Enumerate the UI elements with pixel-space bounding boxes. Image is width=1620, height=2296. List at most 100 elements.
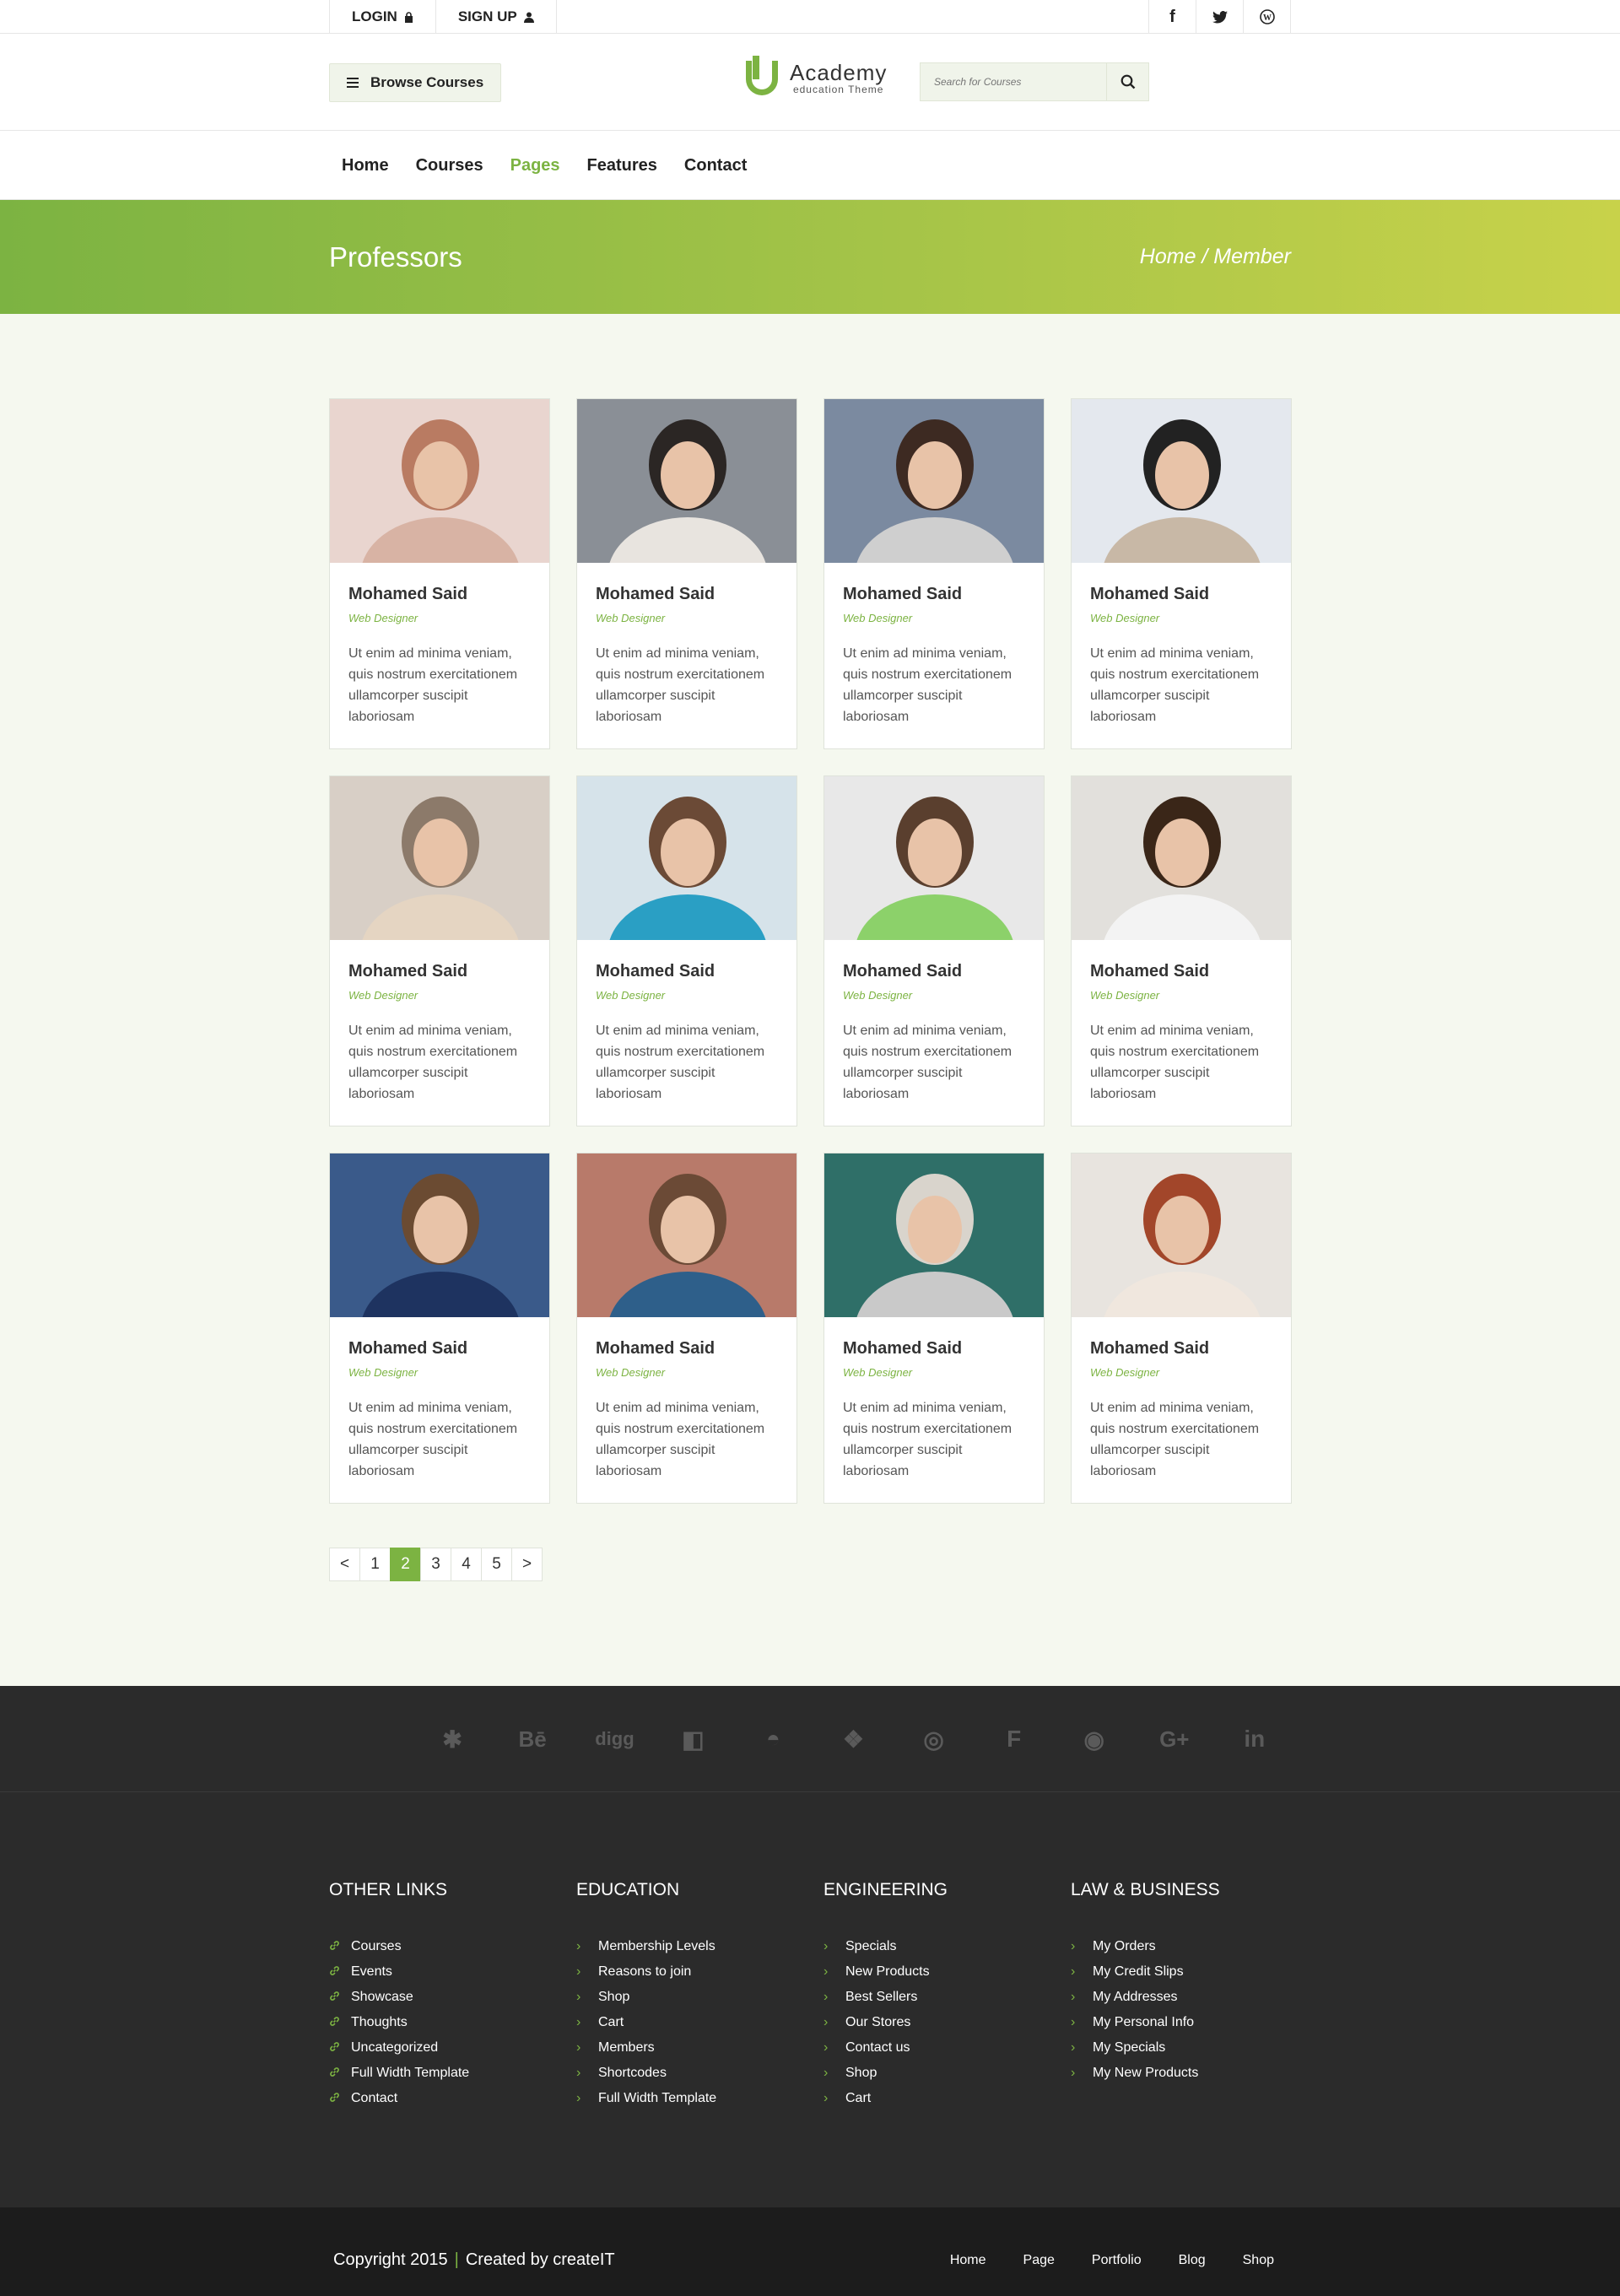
footer-link[interactable]: › My Addresses	[1071, 1985, 1292, 2010]
nav-home[interactable]: Home	[342, 156, 389, 176]
footer-link[interactable]: › Best Sellers	[824, 1985, 1045, 2010]
professor-name[interactable]: Mohamed Said	[348, 585, 531, 604]
professor-name[interactable]: Mohamed Said	[348, 1339, 531, 1359]
footer-link[interactable]: › Full Width Template	[576, 2086, 797, 2111]
professor-name[interactable]: Mohamed Said	[843, 1339, 1025, 1359]
footer-link[interactable]: › My Specials	[1071, 2035, 1292, 2061]
footer-link[interactable]: › Reasons to join	[576, 1959, 797, 1985]
professor-card[interactable]: Mohamed Said Web Designer Ut enim ad minim…	[824, 775, 1045, 1126]
professor-photo[interactable]	[577, 399, 796, 563]
professor-photo[interactable]	[330, 399, 549, 563]
footer-link[interactable]: › Membership Levels	[576, 1934, 797, 1959]
professor-card[interactable]: Mohamed Said Web Designer Ut enim ad minim…	[576, 398, 797, 749]
pagination-page-5[interactable]: 5	[481, 1548, 512, 1581]
footer-link[interactable]: Events	[329, 1959, 550, 1985]
professor-card[interactable]: Mohamed Said Web Designer Ut enim ad minim…	[1071, 775, 1292, 1126]
facebook-icon[interactable]: f	[1148, 0, 1196, 34]
nav-courses[interactable]: Courses	[416, 156, 483, 176]
professor-photo[interactable]	[824, 1153, 1044, 1317]
yelp-icon[interactable]: ✱	[435, 1726, 470, 1753]
digg-icon[interactable]: digg	[595, 1728, 634, 1750]
footer-link[interactable]: Uncategorized	[329, 2035, 550, 2061]
browse-courses-button[interactable]: Browse Courses	[329, 62, 502, 102]
pagination-page-2[interactable]: 2	[390, 1548, 421, 1581]
footer-link[interactable]: › Specials	[824, 1934, 1045, 1959]
footer-link[interactable]: › Shop	[824, 2061, 1045, 2086]
footer-link[interactable]: › My New Products	[1071, 2061, 1292, 2086]
professor-photo[interactable]	[577, 776, 796, 940]
professor-card[interactable]: Mohamed Said Web Designer Ut enim ad minim…	[576, 1153, 797, 1504]
professor-photo[interactable]	[1072, 1153, 1291, 1317]
professor-name[interactable]: Mohamed Said	[596, 585, 778, 604]
pagination-prev[interactable]: <	[329, 1548, 360, 1581]
professor-card[interactable]: Mohamed Said Web Designer Ut enim ad minim…	[1071, 1153, 1292, 1504]
dropbox-icon[interactable]: ❖	[835, 1726, 871, 1753]
bottom-nav-portfolio[interactable]: Portfolio	[1092, 2253, 1142, 2268]
professor-card[interactable]: Mohamed Said Web Designer Ut enim ad minim…	[1071, 398, 1292, 749]
github-icon[interactable]: ◉	[1077, 1726, 1112, 1753]
footer-link[interactable]: Courses	[329, 1934, 550, 1959]
footer-link[interactable]: › My Personal Info	[1071, 2010, 1292, 2035]
footer-link[interactable]: › Shortcodes	[576, 2061, 797, 2086]
google-plus-icon[interactable]: G+	[1157, 1726, 1192, 1753]
professor-card[interactable]: Mohamed Said Web Designer Ut enim ad minim…	[576, 775, 797, 1126]
foursquare-icon[interactable]: F	[996, 1726, 1032, 1753]
professor-photo[interactable]	[824, 399, 1044, 563]
wordpress-icon[interactable]: W	[1243, 0, 1290, 34]
pagination-next[interactable]: >	[511, 1548, 543, 1581]
professor-name[interactable]: Mohamed Said	[1090, 585, 1272, 604]
twitter-icon[interactable]	[1196, 0, 1243, 34]
footer-link[interactable]: › My Orders	[1071, 1934, 1292, 1959]
professor-photo[interactable]	[577, 1153, 796, 1317]
bottom-nav-page[interactable]: Page	[1023, 2253, 1055, 2268]
professor-name[interactable]: Mohamed Said	[843, 585, 1025, 604]
bottom-nav-shop[interactable]: Shop	[1243, 2253, 1274, 2268]
footer-link[interactable]: › Members	[576, 2035, 797, 2061]
professor-name[interactable]: Mohamed Said	[596, 962, 778, 981]
delicious-icon[interactable]: ◧	[675, 1726, 710, 1753]
drupal-icon[interactable]: ◓	[755, 1726, 791, 1753]
footer-link[interactable]: Contact	[329, 2086, 550, 2111]
professor-photo[interactable]	[824, 776, 1044, 940]
footer-link[interactable]: › Cart	[576, 2010, 797, 2035]
professor-card[interactable]: Mohamed Said Web Designer Ut enim ad minim…	[824, 398, 1045, 749]
professor-photo[interactable]	[1072, 399, 1291, 563]
signup-link[interactable]: SIGN UP	[436, 0, 557, 34]
professor-card[interactable]: Mohamed Said Web Designer Ut enim ad minim…	[329, 1153, 550, 1504]
professor-card[interactable]: Mohamed Said Web Designer Ut enim ad minim…	[329, 775, 550, 1126]
nav-features[interactable]: Features	[587, 156, 657, 176]
professor-photo[interactable]	[330, 776, 549, 940]
footer-link[interactable]: › Shop	[576, 1985, 797, 2010]
search-button[interactable]	[1106, 63, 1148, 100]
linkedin-icon[interactable]: in	[1237, 1726, 1272, 1753]
footer-link[interactable]: › My Credit Slips	[1071, 1959, 1292, 1985]
footer-link[interactable]: › Cart	[824, 2086, 1045, 2111]
footer-link[interactable]: Thoughts	[329, 2010, 550, 2035]
professor-name[interactable]: Mohamed Said	[1090, 1339, 1272, 1359]
footer-link[interactable]: Full Width Template	[329, 2061, 550, 2086]
professor-name[interactable]: Mohamed Said	[596, 1339, 778, 1359]
professor-photo[interactable]	[1072, 776, 1291, 940]
footer-link[interactable]: › Our Stores	[824, 2010, 1045, 2035]
pagination-page-3[interactable]: 3	[420, 1548, 451, 1581]
pagination-page-1[interactable]: 1	[359, 1548, 391, 1581]
professor-card[interactable]: Mohamed Said Web Designer Ut enim ad minim…	[824, 1153, 1045, 1504]
footer-link[interactable]: Showcase	[329, 1985, 550, 2010]
nav-contact[interactable]: Contact	[684, 156, 747, 176]
behance-icon[interactable]: Bē	[515, 1726, 550, 1753]
nav-pages[interactable]: Pages	[510, 156, 560, 176]
professor-photo[interactable]	[330, 1153, 549, 1317]
footer-link[interactable]: › New Products	[824, 1959, 1045, 1985]
breadcrumb[interactable]: Home / Member	[1140, 245, 1291, 269]
dribbble-icon[interactable]: ◎	[916, 1726, 952, 1753]
professor-card[interactable]: Mohamed Said Web Designer Ut enim ad minim…	[329, 398, 550, 749]
footer-link[interactable]: › Contact us	[824, 2035, 1045, 2061]
professor-name[interactable]: Mohamed Said	[1090, 962, 1272, 981]
login-link[interactable]: LOGIN	[330, 0, 436, 34]
bottom-nav-home[interactable]: Home	[950, 2253, 986, 2268]
pagination-page-4[interactable]: 4	[451, 1548, 482, 1581]
professor-name[interactable]: Mohamed Said	[348, 962, 531, 981]
logo[interactable]: Academy education Theme	[742, 56, 887, 101]
bottom-nav-blog[interactable]: Blog	[1179, 2253, 1206, 2268]
search-input[interactable]	[921, 63, 1106, 100]
